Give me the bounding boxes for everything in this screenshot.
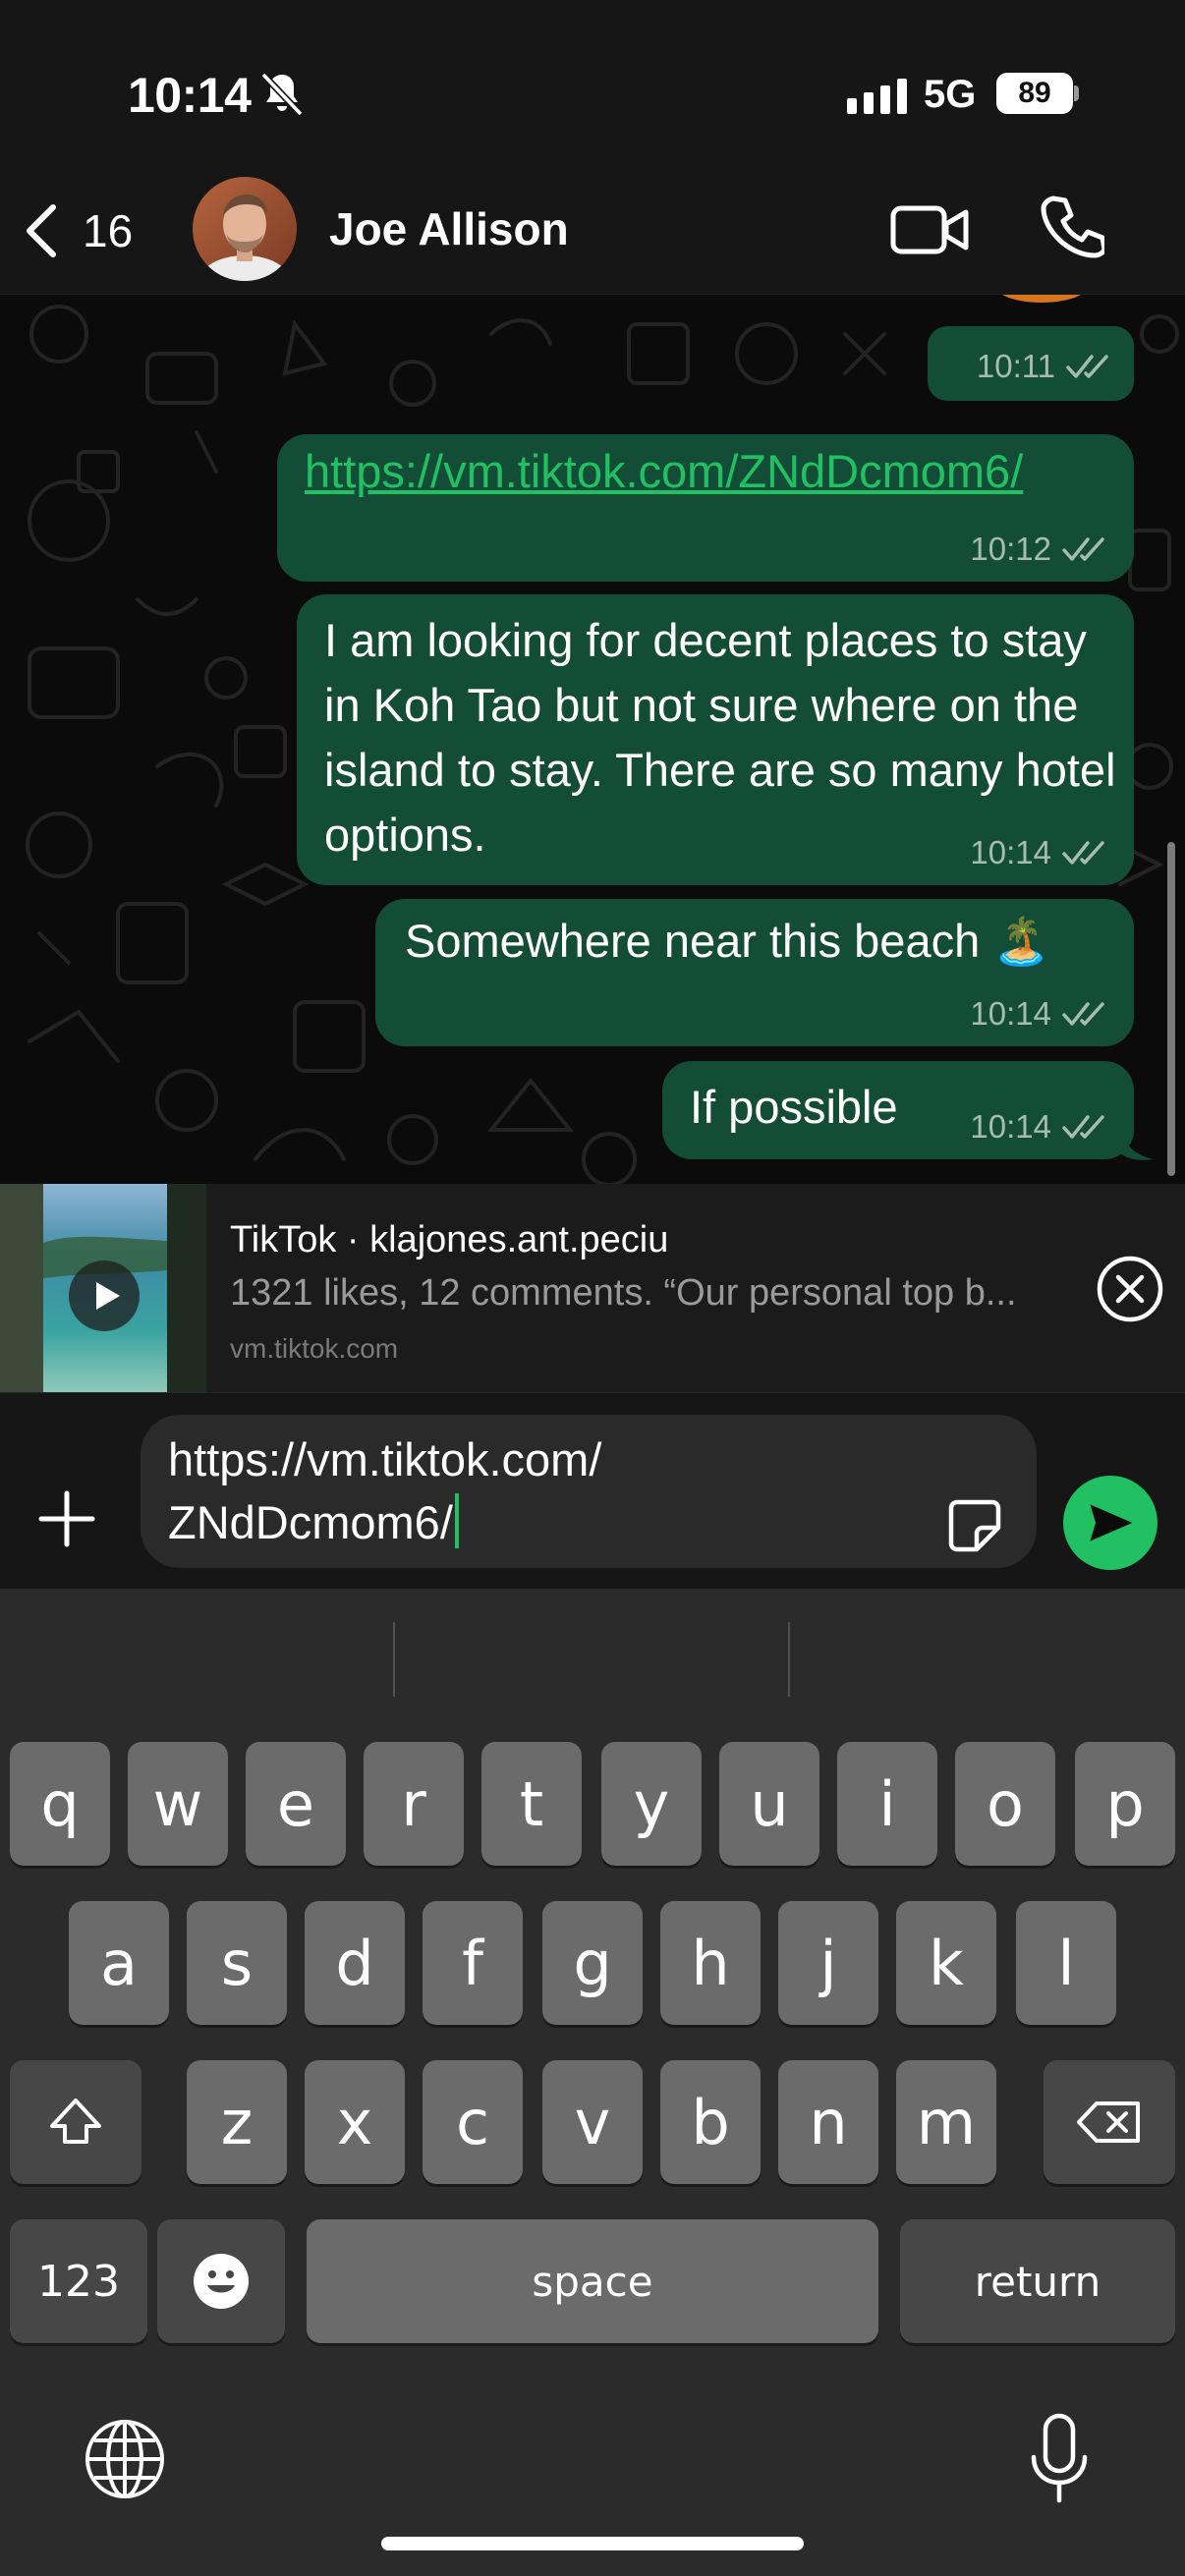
shift-key[interactable] <box>10 2060 141 2184</box>
contact-name[interactable]: Joe Allison <box>329 202 569 255</box>
message-time: 10:12 <box>970 531 1051 567</box>
back-button[interactable]: 16 <box>22 196 159 265</box>
read-receipt-icon <box>1062 1115 1104 1139</box>
key-h[interactable]: h <box>660 1901 761 2025</box>
phone-icon[interactable] <box>1040 195 1104 259</box>
message-text: Somewhere near this beach 🏝️ <box>405 915 1050 967</box>
message-bubble[interactable]: Somewhere near this beach 🏝️ 10:14 <box>375 899 1134 1046</box>
key-e[interactable]: e <box>246 1742 346 1866</box>
shift-icon <box>50 2099 101 2144</box>
key-y[interactable]: y <box>601 1742 702 1866</box>
message-time: 10:14 <box>970 995 1051 1032</box>
key-f[interactable]: f <box>423 1901 523 2025</box>
read-receipt-icon <box>1062 1002 1104 1026</box>
key-z[interactable]: z <box>187 2060 287 2184</box>
message-input[interactable]: https://vm.tiktok.com/ZNdDcmom6/ <box>141 1415 1037 1568</box>
key-u[interactable]: u <box>719 1742 819 1866</box>
suggestion-bar[interactable] <box>0 1589 1185 1707</box>
chevron-left-icon <box>27 204 56 257</box>
preview-title: TikTok · klajones.ant.peciu <box>230 1219 669 1260</box>
plus-icon[interactable] <box>35 1487 98 1550</box>
bell-slash-icon <box>260 72 304 117</box>
key-p[interactable]: p <box>1075 1742 1175 1866</box>
status-time: 10:14 <box>128 68 252 123</box>
preview-thumbnail <box>0 1184 206 1392</box>
send-button[interactable] <box>1063 1476 1157 1570</box>
send-icon <box>1090 1504 1133 1541</box>
play-icon[interactable] <box>69 1260 140 1331</box>
key-k[interactable]: k <box>896 1901 996 2025</box>
message-composer: https://vm.tiktok.com/ZNdDcmom6/ <box>0 1392 1185 1589</box>
key-q[interactable]: q <box>10 1742 110 1866</box>
chat-header: 16 Joe Allison <box>0 177 1185 295</box>
message-time: 10:14 <box>970 1108 1051 1145</box>
message-time: 10:11 <box>976 348 1055 384</box>
key-j[interactable]: j <box>778 1901 878 2025</box>
battery-level: 89 <box>996 73 1073 114</box>
message-link[interactable]: https://vm.tiktok.com/ZNdDcmom6/ <box>305 445 1023 497</box>
globe-icon[interactable] <box>83 2417 167 2501</box>
scrollbar[interactable] <box>1167 842 1175 1176</box>
read-receipt-icon <box>1062 841 1104 865</box>
link-preview[interactable]: TikTok · klajones.ant.peciu 1321 likes, … <box>0 1184 1185 1392</box>
message-text: I am looking for decent places to stay i… <box>324 614 1116 861</box>
emoji-key[interactable] <box>157 2219 285 2343</box>
key-g[interactable]: g <box>542 1901 643 2025</box>
bubble-tail <box>1120 1128 1154 1160</box>
backspace-icon <box>1077 2101 1140 2143</box>
sticker-icon[interactable] <box>945 1496 1004 1555</box>
message-bubble[interactable]: 10:11 <box>928 326 1134 401</box>
key-x[interactable]: x <box>305 2060 405 2184</box>
key-t[interactable]: t <box>481 1742 582 1866</box>
message-bubble[interactable]: If possible 10:14 <box>662 1061 1134 1159</box>
close-icon[interactable] <box>1096 1255 1164 1323</box>
space-key[interactable]: space <box>307 2219 878 2343</box>
key-s[interactable]: s <box>187 1901 287 2025</box>
key-c[interactable]: c <box>423 2060 523 2184</box>
key-o[interactable]: o <box>955 1742 1055 1866</box>
unread-count: 16 <box>83 205 134 256</box>
preview-description: 1321 likes, 12 comments. “Our personal t… <box>230 1272 1017 1314</box>
key-a[interactable]: a <box>69 1901 169 2025</box>
battery-icon: 89 <box>996 73 1079 114</box>
key-b[interactable]: b <box>660 2060 761 2184</box>
key-v[interactable]: v <box>542 2060 643 2184</box>
key-i[interactable]: i <box>837 1742 937 1866</box>
cellular-signal-icon <box>847 79 907 114</box>
key-d[interactable]: d <box>305 1901 405 2025</box>
avatar[interactable] <box>193 177 297 281</box>
return-key[interactable]: return <box>900 2219 1175 2343</box>
home-indicator[interactable] <box>381 2537 804 2550</box>
message-list[interactable]: 10:11 https://vm.tiktok.com/ZNdDcmom6/ 1… <box>0 295 1185 1184</box>
key-m[interactable]: m <box>896 2060 996 2184</box>
message-bubble[interactable]: https://vm.tiktok.com/ZNdDcmom6/ 10:12 <box>277 434 1134 582</box>
message-bubble[interactable]: I am looking for decent places to stay i… <box>297 594 1134 885</box>
read-receipt-icon <box>1066 355 1108 378</box>
message-time: 10:14 <box>970 834 1051 870</box>
key-n[interactable]: n <box>778 2060 878 2184</box>
message-input-value: https://vm.tiktok.com/ZNdDcmom6/ <box>168 1433 602 1548</box>
preview-domain: vm.tiktok.com <box>230 1333 399 1364</box>
numbers-key[interactable]: 123 <box>10 2219 147 2343</box>
key-r[interactable]: r <box>364 1742 464 1866</box>
video-camera-icon[interactable] <box>890 198 971 261</box>
emoji-icon <box>194 2254 249 2309</box>
key-l[interactable]: l <box>1016 1901 1116 2025</box>
message-text: If possible <box>690 1081 898 1133</box>
read-receipt-icon <box>1062 537 1104 561</box>
microphone-icon[interactable] <box>1028 2412 1091 2506</box>
status-bar: 10:14 5G 89 <box>0 0 1185 177</box>
key-w[interactable]: w <box>128 1742 228 1866</box>
network-type: 5G <box>924 73 977 116</box>
text-caret <box>454 1493 459 1548</box>
backspace-key[interactable] <box>1044 2060 1175 2184</box>
